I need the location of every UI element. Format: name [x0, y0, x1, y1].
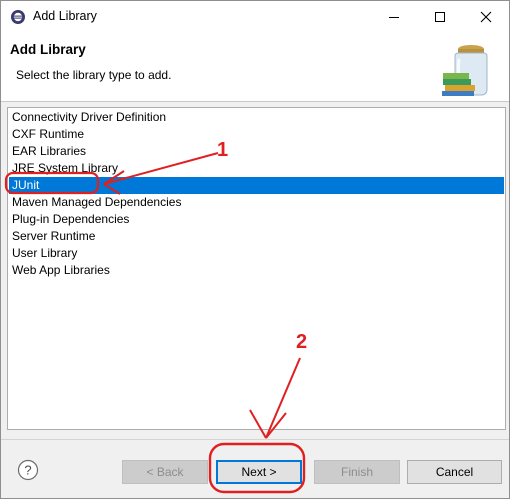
- list-item[interactable]: Web App Libraries: [9, 262, 504, 279]
- close-icon: [480, 11, 492, 23]
- minimize-button[interactable]: [371, 1, 417, 33]
- cancel-button[interactable]: Cancel: [407, 460, 502, 484]
- page-title: Add Library: [10, 42, 86, 57]
- list-item[interactable]: Connectivity Driver Definition: [9, 109, 504, 126]
- help-icon[interactable]: ?: [17, 459, 39, 481]
- button-bar-separator: [1, 439, 509, 440]
- list-item[interactable]: Plug-in Dependencies: [9, 211, 504, 228]
- header-separator: [1, 101, 509, 102]
- wizard-header: Add Library Select the library type to a…: [1, 33, 509, 101]
- list-item[interactable]: Maven Managed Dependencies: [9, 194, 504, 211]
- library-jar-icon: [442, 45, 488, 96]
- eclipse-icon: [11, 10, 25, 24]
- back-button[interactable]: < Back: [122, 460, 208, 484]
- maximize-button[interactable]: [417, 1, 463, 33]
- list-item[interactable]: JUnit: [9, 177, 504, 194]
- list-item[interactable]: Server Runtime: [9, 228, 504, 245]
- close-button[interactable]: [463, 1, 509, 33]
- annotation-step-2: 2: [296, 331, 308, 353]
- minimize-icon: [389, 17, 399, 18]
- maximize-icon: [435, 12, 445, 22]
- list-item[interactable]: CXF Runtime: [9, 126, 504, 143]
- svg-text:?: ?: [24, 463, 31, 478]
- title-bar[interactable]: Add Library: [1, 1, 509, 33]
- add-library-dialog: Add Library Add Library Select the libra…: [0, 0, 510, 499]
- list-item[interactable]: User Library: [9, 245, 504, 262]
- library-type-list[interactable]: Connectivity Driver Definition CXF Runtim…: [7, 107, 506, 430]
- list-item[interactable]: JRE System Library: [9, 160, 504, 177]
- list-item[interactable]: EAR Libraries: [9, 143, 504, 160]
- annotation-step-1: 1: [217, 139, 229, 161]
- next-button[interactable]: Next >: [216, 460, 302, 484]
- page-description: Select the library type to add.: [16, 68, 172, 82]
- window-title: Add Library: [33, 9, 97, 23]
- finish-button[interactable]: Finish: [314, 460, 400, 484]
